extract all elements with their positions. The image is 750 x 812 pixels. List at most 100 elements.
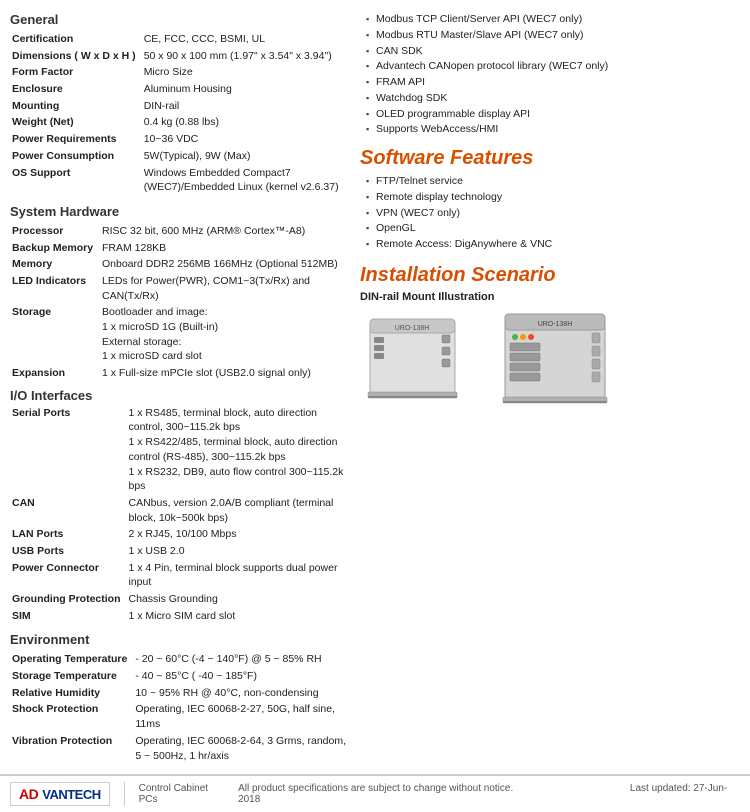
spec-row: Form FactorMicro Size (10, 64, 350, 81)
spec-label: LAN Ports (10, 526, 127, 543)
spec-label: Expansion (10, 365, 100, 382)
general-specs-table: CertificationCE, FCC, CCC, BSMI, ULDimen… (10, 31, 350, 196)
spec-value: Bootloader and image: 1 x microSD 1G (Bu… (100, 304, 350, 365)
spec-row: Relative Humidity10 ~ 95% RH @ 40°C, non… (10, 685, 350, 702)
bullet-item: Watchdog SDK (366, 91, 740, 107)
spec-label: Vibration Protection (10, 733, 133, 764)
spec-row: Storage Temperature- 40 ~ 85°C ( -40 ~ 1… (10, 668, 350, 685)
spec-row: Shock ProtectionOperating, IEC 60068-2-2… (10, 701, 350, 732)
spec-value: - 40 ~ 85°C ( -40 ~ 185°F) (133, 668, 350, 685)
spec-row: Serial Ports1 x RS485, terminal block, a… (10, 405, 350, 495)
spec-label: Relative Humidity (10, 685, 133, 702)
dinrail-subtitle: DIN-rail Mount Illustration (360, 291, 740, 303)
spec-label: CAN (10, 495, 127, 526)
bullet-item: OpenGL (366, 221, 740, 237)
spec-value: CE, FCC, CCC, BSMI, UL (142, 31, 350, 48)
spec-value: 0.4 kg (0.88 lbs) (142, 114, 350, 131)
env-title: Environment (10, 632, 350, 647)
env-specs-table: Operating Temperature- 20 ~ 60°C (-4 ~ 1… (10, 651, 350, 764)
spec-value: FRAM 128KB (100, 240, 350, 257)
spec-row: Dimensions ( W x D x H )50 x 90 x 100 mm… (10, 48, 350, 65)
spec-label: Storage (10, 304, 100, 365)
spec-value: 2 x RJ45, 10/100 Mbps (127, 526, 351, 543)
spec-label: Storage Temperature (10, 668, 133, 685)
api-bullets-list: Modbus TCP Client/Server API (WEC7 only)… (366, 12, 740, 138)
bullet-item: OLED programmable display API (366, 107, 740, 123)
spec-value: 10~36 VDC (142, 131, 350, 148)
bullet-item: CAN SDK (366, 44, 740, 60)
bullet-item: Supports WebAccess/HMI (366, 122, 740, 138)
spec-label: Power Connector (10, 560, 127, 591)
io-title: I/O Interfaces (10, 388, 350, 403)
spec-row: Weight (Net)0.4 kg (0.88 lbs) (10, 114, 350, 131)
page-wrapper: General CertificationCE, FCC, CCC, BSMI,… (0, 0, 750, 591)
spec-value: Operating, IEC 60068-2-64, 3 Grms, rando… (133, 733, 350, 764)
installation-title: Installation Scenario (360, 263, 740, 287)
general-title: General (10, 12, 350, 27)
bullet-item: FTP/Telnet service (366, 174, 740, 190)
io-specs-table: Serial Ports1 x RS485, terminal block, a… (10, 405, 350, 625)
spec-row: EnclosureAluminum Housing (10, 81, 350, 98)
spec-value: - 20 ~ 60°C (-4 ~ 140°F) @ 5 ~ 85% RH (133, 651, 350, 668)
spec-label: Weight (Net) (10, 114, 142, 131)
spec-label: Processor (10, 223, 100, 240)
spec-value: 10 ~ 95% RH @ 40°C, non-condensing (133, 685, 350, 702)
spec-value: 1 x Micro SIM card slot (127, 608, 351, 625)
spec-row: LAN Ports2 x RJ45, 10/100 Mbps (10, 526, 350, 543)
spec-label: Serial Ports (10, 405, 127, 495)
dinrail-illustration: URO-138H URO-138H (360, 309, 740, 422)
spec-row: StorageBootloader and image: 1 x microSD… (10, 304, 350, 365)
spec-row: Power Requirements10~36 VDC (10, 131, 350, 148)
advantech-logo: ADVANTECH (10, 782, 110, 806)
footer-disclaimer: All product specifications are subject t… (238, 783, 740, 805)
spec-value: Aluminum Housing (142, 81, 350, 98)
spec-label: Certification (10, 31, 142, 48)
svg-text:URO-138H: URO-138H (538, 321, 573, 328)
footer-product-line: Control Cabinet PCs (139, 783, 228, 805)
spec-row: Operating Temperature- 20 ~ 60°C (-4 ~ 1… (10, 651, 350, 668)
spec-value: 5W(Typical), 9W (Max) (142, 148, 350, 165)
logo-ad: AD (19, 786, 38, 802)
spec-row: Power Connector1 x 4 Pin, terminal block… (10, 560, 350, 591)
spec-label: Form Factor (10, 64, 142, 81)
spec-row: Grounding ProtectionChassis Grounding (10, 591, 350, 608)
spec-value: 1 x USB 2.0 (127, 543, 351, 560)
system-title: System Hardware (10, 204, 350, 219)
spec-row: Power Consumption5W(Typical), 9W (Max) (10, 148, 350, 165)
spec-value: 1 x RS485, terminal block, auto directio… (127, 405, 351, 495)
right-column: Modbus TCP Client/Server API (WEC7 only)… (360, 12, 740, 766)
spec-row: CertificationCE, FCC, CCC, BSMI, UL (10, 31, 350, 48)
main-content: General CertificationCE, FCC, CCC, BSMI,… (0, 0, 750, 774)
bullet-item: Modbus TCP Client/Server API (WEC7 only) (366, 12, 740, 28)
spec-value: 50 x 90 x 100 mm (1.97" x 3.54" x 3.94") (142, 48, 350, 65)
spec-value: Chassis Grounding (127, 591, 351, 608)
spec-label: Dimensions ( W x D x H ) (10, 48, 142, 65)
software-bullets-list: FTP/Telnet serviceRemote display technol… (366, 174, 740, 253)
spec-value: Windows Embedded Compact7 (WEC7)/Embedde… (142, 165, 350, 196)
spec-value: 1 x 4 Pin, terminal block supports dual … (127, 560, 351, 591)
spec-label: LED Indicators (10, 273, 100, 304)
spec-value: CANbus, version 2.0A/B compliant (termin… (127, 495, 351, 526)
dinrail-svg: URO-138H URO-138H (360, 309, 620, 419)
bullet-item: FRAM API (366, 75, 740, 91)
spec-label: Memory (10, 256, 100, 273)
spec-label: Grounding Protection (10, 591, 127, 608)
spec-label: Power Requirements (10, 131, 142, 148)
spec-label: OS Support (10, 165, 142, 196)
spec-row: Expansion1 x Full-size mPCIe slot (USB2.… (10, 365, 350, 382)
system-specs-table: ProcessorRISC 32 bit, 600 MHz (ARM® Cort… (10, 223, 350, 382)
spec-label: Mounting (10, 98, 142, 115)
spec-row: ProcessorRISC 32 bit, 600 MHz (ARM® Cort… (10, 223, 350, 240)
spec-value: 1 x Full-size mPCIe slot (USB2.0 signal … (100, 365, 350, 382)
spec-label: Operating Temperature (10, 651, 133, 668)
spec-value: Micro Size (142, 64, 350, 81)
spec-row: OS SupportWindows Embedded Compact7 (WEC… (10, 165, 350, 196)
bullet-item: Advantech CANopen protocol library (WEC7… (366, 59, 740, 75)
bullet-item: Remote display technology (366, 190, 740, 206)
spec-row: Backup MemoryFRAM 128KB (10, 240, 350, 257)
spec-row: USB Ports1 x USB 2.0 (10, 543, 350, 560)
spec-row: MountingDIN-rail (10, 98, 350, 115)
svg-text:URO-138H: URO-138H (395, 325, 430, 332)
footer-divider (124, 782, 125, 806)
spec-label: USB Ports (10, 543, 127, 560)
